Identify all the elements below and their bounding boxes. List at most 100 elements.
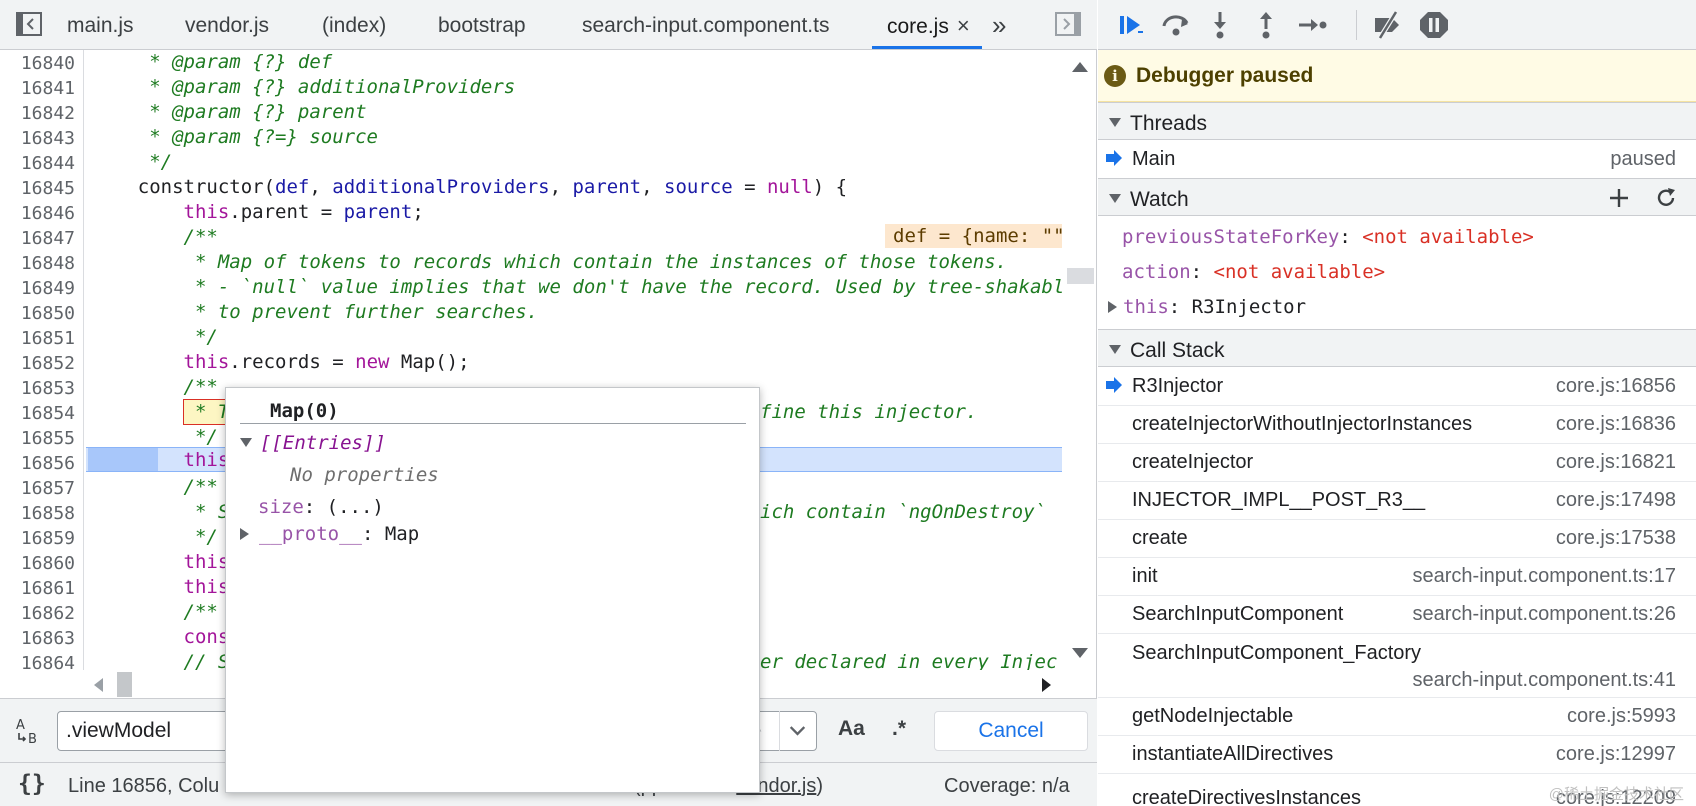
- pretty-print-icon[interactable]: {}: [18, 771, 46, 797]
- threads-section-header[interactable]: Threads: [1098, 102, 1696, 140]
- line-number[interactable]: 16862: [0, 601, 75, 626]
- entries-node[interactable]: [[Entries]]: [240, 432, 386, 454]
- callstack-frame[interactable]: createInjectorWithoutInjectorInstances c…: [1098, 405, 1696, 443]
- callstack-frame[interactable]: INJECTOR_IMPL__POST_R3__ core.js:17498: [1098, 481, 1696, 519]
- toggle-navigator-icon[interactable]: [16, 12, 42, 36]
- line-number[interactable]: 16851: [0, 326, 75, 351]
- callstack-section-header[interactable]: Call Stack: [1098, 329, 1696, 367]
- scroll-right-icon[interactable]: [1042, 678, 1051, 692]
- scroll-down-icon[interactable]: [1072, 648, 1088, 658]
- line-number[interactable]: 16853: [0, 376, 75, 401]
- tab-label: core.js: [887, 15, 949, 38]
- callstack-frame[interactable]: R3Injector core.js:16856: [1098, 367, 1696, 405]
- watch-expression[interactable]: action: <not available>: [1122, 261, 1385, 283]
- inline-variable-value[interactable]: def = {name: "": [885, 224, 1062, 248]
- scroll-thumb[interactable]: [1067, 268, 1094, 284]
- code-line: * @param {?} def: [92, 51, 333, 73]
- tab-label: search-input.component.ts: [582, 14, 830, 37]
- callstack-frame[interactable]: init search-input.component.ts:17: [1098, 557, 1696, 595]
- current-frame-arrow-icon: [1106, 377, 1122, 393]
- line-number[interactable]: 16843: [0, 126, 75, 151]
- close-icon[interactable]: ×: [957, 13, 970, 38]
- resume-icon[interactable]: [1116, 10, 1148, 40]
- collapse-triangle-icon[interactable]: [1108, 301, 1117, 313]
- refresh-icon[interactable]: [1655, 187, 1677, 209]
- line-number[interactable]: 16861: [0, 576, 75, 601]
- toggle-debugger-icon[interactable]: [1055, 12, 1081, 36]
- tab-search-input-component[interactable]: search-input.component.ts: [582, 0, 829, 49]
- scroll-left-icon[interactable]: [94, 678, 103, 692]
- expand-triangle-icon: [1109, 345, 1121, 354]
- line-number[interactable]: 16846: [0, 201, 75, 226]
- code-line: * - `null` value implies that we don't h…: [92, 276, 1062, 298]
- collapse-triangle-icon[interactable]: [240, 528, 249, 540]
- tab-bootstrap[interactable]: bootstrap: [438, 0, 526, 49]
- tab-label: (index): [322, 14, 387, 37]
- step-over-icon[interactable]: [1160, 10, 1192, 40]
- step-into-icon[interactable]: [1204, 10, 1236, 40]
- watch-section-header[interactable]: Watch: [1098, 178, 1696, 216]
- proto-node[interactable]: __proto__: Map: [240, 523, 419, 545]
- line-number[interactable]: 16842: [0, 101, 75, 126]
- svg-text:A: A: [16, 718, 25, 733]
- next-match-icon[interactable]: [779, 711, 815, 751]
- line-number[interactable]: 16849: [0, 276, 75, 301]
- vertical-scrollbar[interactable]: [1064, 50, 1096, 670]
- code-line: * T: [92, 401, 230, 423]
- tab-main-js[interactable]: main.js: [67, 0, 134, 49]
- code-line: */: [92, 526, 218, 548]
- pause-on-exceptions-icon[interactable]: [1418, 10, 1450, 40]
- tab-label: bootstrap: [438, 14, 526, 37]
- step-icon[interactable]: [1296, 10, 1328, 40]
- line-number[interactable]: 16857: [0, 476, 75, 501]
- line-number[interactable]: 16841: [0, 76, 75, 101]
- code-line: this.parent = parent;: [183, 201, 424, 223]
- line-number[interactable]: 16856: [0, 451, 75, 476]
- line-number[interactable]: 16852: [0, 351, 75, 376]
- scroll-thumb[interactable]: [117, 672, 132, 697]
- line-number[interactable]: 16848: [0, 251, 75, 276]
- line-number[interactable]: 16844: [0, 151, 75, 176]
- tab-vendor-js[interactable]: vendor.js: [185, 0, 269, 49]
- line-number[interactable]: 16859: [0, 526, 75, 551]
- callstack-frame[interactable]: getNodeInjectable core.js:5993: [1098, 697, 1696, 735]
- line-number[interactable]: 16845: [0, 176, 75, 201]
- line-number[interactable]: 16850: [0, 301, 75, 326]
- line-number[interactable]: 16860: [0, 551, 75, 576]
- tab-label: main.js: [67, 14, 134, 37]
- cancel-button[interactable]: Cancel: [934, 711, 1088, 751]
- line-number[interactable]: 16864: [0, 651, 75, 670]
- regex-toggle[interactable]: .*: [892, 717, 906, 741]
- callstack-frame[interactable]: createInjector core.js:16821: [1098, 443, 1696, 481]
- line-number[interactable]: 16855: [0, 426, 75, 451]
- editor-tab-bar: main.js vendor.js (index) bootstrap sear…: [0, 0, 1097, 50]
- scroll-up-icon[interactable]: [1072, 62, 1088, 72]
- line-number[interactable]: 16854: [0, 401, 75, 426]
- tab-index[interactable]: (index): [322, 0, 386, 49]
- callstack-frame[interactable]: create core.js:17538: [1098, 519, 1696, 557]
- step-out-icon[interactable]: [1250, 10, 1282, 40]
- callstack-frame[interactable]: SearchInputComponent search-input.compon…: [1098, 595, 1696, 633]
- tab-core-js[interactable]: core.js ×: [872, 0, 982, 49]
- line-number[interactable]: 16840: [0, 51, 75, 76]
- line-number[interactable]: 16863: [0, 626, 75, 651]
- add-watch-icon[interactable]: [1609, 188, 1629, 208]
- debugger-sidebar: i Debugger paused Threads Main paused Wa…: [1098, 0, 1696, 806]
- callstack-frame[interactable]: instantiateAllDirectives core.js:12997: [1098, 735, 1696, 773]
- code-line: * @param {?} parent: [92, 101, 367, 123]
- code-line: * to prevent further searches.: [92, 301, 539, 323]
- find-replace-icon[interactable]: A B: [14, 715, 46, 747]
- source-pane: main.js vendor.js (index) bootstrap sear…: [0, 0, 1097, 806]
- line-gutter[interactable]: 16840 16841 16842 16843 16844 16845 16846 16847…: [0, 50, 84, 670]
- watch-expression[interactable]: this: R3Injector: [1108, 296, 1306, 318]
- thread-row[interactable]: Main paused: [1098, 140, 1696, 178]
- line-number[interactable]: 16847: [0, 226, 75, 251]
- code-line: * @param {?=} source: [92, 126, 378, 148]
- watch-expression[interactable]: previousStateForKey: <not available>: [1122, 226, 1534, 248]
- callstack-frame[interactable]: SearchInputComponent_Factory search-inpu…: [1098, 633, 1696, 697]
- deactivate-breakpoints-icon[interactable]: [1372, 10, 1404, 40]
- line-number[interactable]: 16858: [0, 501, 75, 526]
- more-tabs-icon[interactable]: »: [992, 0, 1006, 49]
- expand-triangle-icon[interactable]: [240, 438, 252, 447]
- match-case-toggle[interactable]: Aa: [838, 717, 865, 741]
